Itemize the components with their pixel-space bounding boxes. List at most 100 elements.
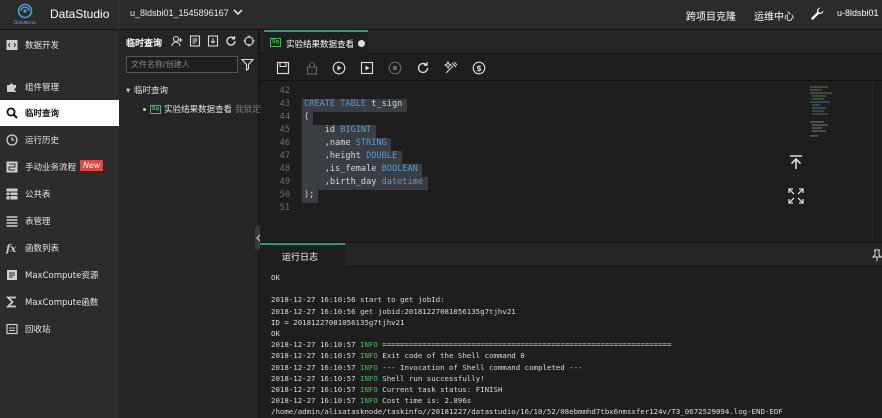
tab-run-log[interactable]: 运行日志	[260, 243, 345, 267]
code-text: ,birth_day datetime	[304, 177, 424, 187]
line-number: 46	[279, 138, 290, 148]
scroll-to-top-icon[interactable]	[788, 154, 804, 170]
folder-label: 临时查询	[134, 86, 169, 96]
dataworks-logo[interactable]: DataWorks	[10, 3, 40, 29]
tree-file[interactable]: Sq 实验结果数据查看 我锁定	[143, 103, 261, 115]
run-with-params-icon[interactable]	[360, 61, 374, 75]
import-icon[interactable]	[207, 35, 219, 47]
filter-icon[interactable]	[241, 58, 254, 71]
sql-file-icon: Sq	[270, 38, 281, 47]
editor-toolbar: $	[260, 55, 882, 81]
ops-center-link[interactable]: 运维中心	[754, 8, 794, 23]
code-text: );	[304, 190, 315, 200]
log-line: 2018-12-27 16:10:56 start to get jobId:	[271, 295, 445, 305]
unsaved-dot-icon[interactable]	[358, 40, 365, 47]
search-icon	[6, 107, 18, 119]
clone-link[interactable]: 跨项目克隆	[686, 8, 736, 23]
fullscreen-icon[interactable]	[788, 188, 804, 204]
log-line: 2018-12-27 16:10:57 INFO Shell run succe…	[271, 373, 485, 383]
locate-icon[interactable]	[243, 35, 255, 47]
sidebar-item-functions[interactable]: fx 函数列表	[0, 235, 119, 261]
save-icon[interactable]	[276, 61, 290, 75]
sidebar-item-table-mgmt[interactable]: 表管理	[0, 208, 119, 234]
tab-query-file[interactable]: Sq 实验结果数据查看	[264, 30, 368, 54]
sidebar: 数据开发 组件管理 临时查询 运行历史 手动业务流程 New 公共表 表管理 f…	[0, 30, 119, 418]
code-text: CREATE TABLE t_sign	[304, 99, 403, 109]
sidebar-item-label: 运行历史	[25, 136, 60, 146]
keyword: DOUBLE	[366, 151, 398, 161]
log-level: INFO	[360, 385, 378, 394]
sidebar-item-mc-resources[interactable]: MaxCompute资源	[0, 262, 119, 288]
tree-folder[interactable]: ▾ 临时查询	[126, 84, 168, 96]
line-number: 50	[279, 190, 290, 200]
sidebar-item-label: 数据开发	[25, 41, 60, 51]
add-user-icon[interactable]	[171, 35, 183, 47]
sidebar-item-label: MaxCompute函数	[25, 298, 99, 308]
sidebar-item-components[interactable]: 组件管理	[0, 74, 119, 100]
log-line: 2018-12-27 16:10:56 get jobid:2018122708…	[271, 306, 516, 316]
sidebar-item-mc-functions[interactable]: MaxCompute函数	[0, 289, 119, 315]
log-output[interactable]: OK 2018-12-27 16:10:56 start to get jobId…	[260, 267, 882, 418]
top-bar: DataWorks DataStudio u_8ldsbi01_15458961…	[0, 0, 882, 30]
code-text: ,height DOUBLE	[304, 151, 398, 161]
log-level: INFO	[360, 351, 378, 361]
refresh-icon[interactable]	[225, 35, 237, 47]
search-input[interactable]	[126, 56, 238, 73]
wrench-icon[interactable]	[809, 6, 825, 22]
sidebar-item-label: 回收站	[25, 325, 51, 335]
format-icon[interactable]	[444, 61, 458, 75]
keyword: STRING	[355, 138, 387, 148]
sidebar-item-recycle-bin[interactable]: 回收站	[0, 316, 119, 342]
code-text: ,name STRING	[304, 138, 387, 148]
line-number: 42	[279, 86, 290, 96]
minimap[interactable]	[808, 84, 856, 154]
sidebar-item-data-dev[interactable]: 数据开发	[0, 32, 119, 58]
editor-tabs: Sq 实验结果数据查看	[260, 30, 882, 54]
code-text: (	[304, 112, 310, 122]
log-line: OK	[271, 329, 280, 338]
chevron-down-icon[interactable]	[232, 6, 244, 18]
stop-icon[interactable]	[388, 61, 402, 75]
file-name: 实验结果数据查看	[164, 105, 233, 115]
function-icon: fx	[6, 244, 17, 254]
puzzle-icon	[7, 83, 16, 92]
log-line: ID = 20181227081056135g7tjhv21	[271, 317, 405, 327]
user-name[interactable]: u-8ldsbi01	[837, 8, 879, 18]
cost-estimate-icon[interactable]: $	[472, 61, 486, 75]
code-text: id BIGINT	[304, 125, 372, 135]
pin-icon[interactable]	[872, 249, 882, 261]
line-number: 51	[279, 203, 290, 213]
filter-doc-icon[interactable]	[189, 35, 201, 47]
reload-icon[interactable]	[416, 61, 430, 75]
log-level: INFO	[360, 396, 378, 406]
log-line: 2018-12-27 16:10:57 INFO Cost time is: 2…	[271, 396, 472, 406]
log-line: 2018-12-27 16:10:57 INFO Current task st…	[271, 385, 503, 394]
divider	[118, 0, 119, 30]
tab-label: 实验结果数据查看	[286, 40, 355, 50]
caret-down-icon: ▾	[126, 86, 131, 96]
log-level: INFO	[360, 362, 378, 372]
list-icon	[6, 216, 18, 227]
sidebar-item-temp-query[interactable]: 临时查询	[0, 100, 119, 126]
run-icon[interactable]	[332, 61, 346, 75]
lock-icon[interactable]	[305, 61, 319, 75]
vertical-scrollbar[interactable]	[872, 82, 882, 242]
project-selector[interactable]: u_8ldsbi01_1545896167	[130, 8, 229, 18]
sidebar-item-public-tables[interactable]: 公共表	[0, 181, 119, 207]
sidebar-item-run-history[interactable]: 运行历史	[0, 127, 119, 153]
log-line: OK	[271, 273, 280, 282]
sidebar-item-label: 函数列表	[25, 244, 60, 254]
flow-icon	[6, 161, 18, 173]
code-icon	[6, 40, 18, 50]
log-line: 2018-12-27 16:10:57 INFO --- Invocation …	[271, 362, 583, 372]
log-level: INFO	[360, 373, 378, 383]
sidebar-item-manual-flow[interactable]: 手动业务流程 New	[0, 154, 119, 180]
log-line: 2018-12-27 16:10:57 INFO ===============…	[271, 340, 672, 350]
logo-icon	[17, 3, 33, 19]
code-editor[interactable]: 42 43 CREATE TABLE t_sign 44 (45 id BIGINT 46…	[260, 82, 882, 242]
panel-title: 临时查询	[126, 39, 163, 49]
table-icon	[6, 188, 18, 200]
keyword: BOOLEAN	[381, 164, 418, 174]
sidebar-item-label: MaxCompute资源	[25, 271, 99, 281]
new-badge: New	[80, 160, 104, 171]
